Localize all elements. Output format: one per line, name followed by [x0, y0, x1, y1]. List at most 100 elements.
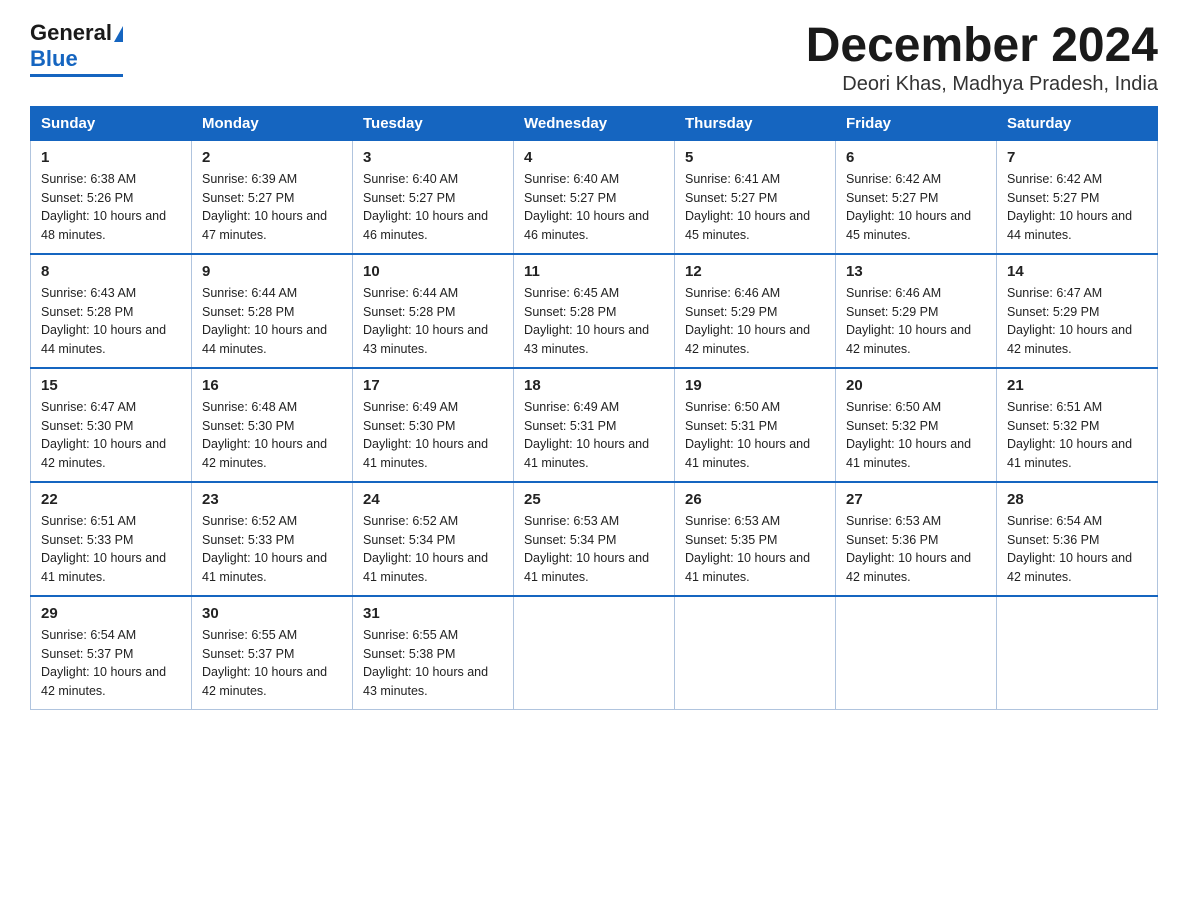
calendar-cell: 25 Sunrise: 6:53 AMSunset: 5:34 PMDayligh… [514, 482, 675, 596]
day-info: Sunrise: 6:54 AMSunset: 5:36 PMDaylight:… [1007, 512, 1147, 587]
calendar-cell [997, 596, 1158, 710]
day-number: 4 [524, 149, 664, 166]
day-number: 19 [685, 377, 825, 394]
calendar-cell: 2 Sunrise: 6:39 AMSunset: 5:27 PMDaylight… [192, 140, 353, 254]
day-info: Sunrise: 6:42 AMSunset: 5:27 PMDaylight:… [846, 170, 986, 245]
day-number: 26 [685, 491, 825, 508]
day-info: Sunrise: 6:48 AMSunset: 5:30 PMDaylight:… [202, 398, 342, 473]
day-info: Sunrise: 6:39 AMSunset: 5:27 PMDaylight:… [202, 170, 342, 245]
logo-text: General Blue [30, 20, 123, 72]
day-number: 10 [363, 263, 503, 280]
calendar-cell: 6 Sunrise: 6:42 AMSunset: 5:27 PMDaylight… [836, 140, 997, 254]
day-number: 28 [1007, 491, 1147, 508]
page-header: General Blue December 2024 Deori Khas, M… [30, 20, 1158, 96]
calendar-cell: 24Sunrise: 6:52 AMSunset: 5:34 PMDayligh… [353, 482, 514, 596]
calendar-cell: 30 Sunrise: 6:55 AMSunset: 5:37 PMDayligh… [192, 596, 353, 710]
day-info: Sunrise: 6:49 AMSunset: 5:31 PMDaylight:… [524, 398, 664, 473]
header-monday: Monday [192, 106, 353, 140]
day-number: 15 [41, 377, 181, 394]
day-number: 11 [524, 263, 664, 280]
day-number: 22 [41, 491, 181, 508]
calendar-cell [514, 596, 675, 710]
calendar-cell: 18 Sunrise: 6:49 AMSunset: 5:31 PMDayligh… [514, 368, 675, 482]
calendar-cell: 7 Sunrise: 6:42 AMSunset: 5:27 PMDaylight… [997, 140, 1158, 254]
day-info: Sunrise: 6:50 AMSunset: 5:32 PMDaylight:… [846, 398, 986, 473]
calendar-cell: 10 Sunrise: 6:44 AMSunset: 5:28 PMDayligh… [353, 254, 514, 368]
day-info: Sunrise: 6:44 AMSunset: 5:28 PMDaylight:… [363, 284, 503, 359]
day-number: 1 [41, 149, 181, 166]
day-info: Sunrise: 6:46 AMSunset: 5:29 PMDaylight:… [846, 284, 986, 359]
day-number: 2 [202, 149, 342, 166]
day-info: Sunrise: 6:50 AMSunset: 5:31 PMDaylight:… [685, 398, 825, 473]
day-info: Sunrise: 6:47 AMSunset: 5:30 PMDaylight:… [41, 398, 181, 473]
day-number: 6 [846, 149, 986, 166]
day-info: Sunrise: 6:46 AMSunset: 5:29 PMDaylight:… [685, 284, 825, 359]
day-number: 16 [202, 377, 342, 394]
day-info: Sunrise: 6:41 AMSunset: 5:27 PMDaylight:… [685, 170, 825, 245]
day-number: 17 [363, 377, 503, 394]
calendar-week-row: 15 Sunrise: 6:47 AMSunset: 5:30 PMDayligh… [31, 368, 1158, 482]
calendar-cell: 13 Sunrise: 6:46 AMSunset: 5:29 PMDayligh… [836, 254, 997, 368]
calendar-week-row: 8Sunrise: 6:43 AMSunset: 5:28 PMDaylight… [31, 254, 1158, 368]
day-info: Sunrise: 6:52 AMSunset: 5:33 PMDaylight:… [202, 512, 342, 587]
calendar-cell: 11 Sunrise: 6:45 AMSunset: 5:28 PMDayligh… [514, 254, 675, 368]
day-info: Sunrise: 6:49 AMSunset: 5:30 PMDaylight:… [363, 398, 503, 473]
calendar-cell: 17 Sunrise: 6:49 AMSunset: 5:30 PMDayligh… [353, 368, 514, 482]
calendar-cell: 28 Sunrise: 6:54 AMSunset: 5:36 PMDayligh… [997, 482, 1158, 596]
day-info: Sunrise: 6:47 AMSunset: 5:29 PMDaylight:… [1007, 284, 1147, 359]
day-number: 20 [846, 377, 986, 394]
calendar-cell: 8Sunrise: 6:43 AMSunset: 5:28 PMDaylight… [31, 254, 192, 368]
header-tuesday: Tuesday [353, 106, 514, 140]
calendar-cell: 19 Sunrise: 6:50 AMSunset: 5:31 PMDayligh… [675, 368, 836, 482]
day-number: 18 [524, 377, 664, 394]
day-info: Sunrise: 6:52 AMSunset: 5:34 PMDaylight:… [363, 512, 503, 587]
header-friday: Friday [836, 106, 997, 140]
calendar-cell: 20 Sunrise: 6:50 AMSunset: 5:32 PMDayligh… [836, 368, 997, 482]
day-info: Sunrise: 6:40 AMSunset: 5:27 PMDaylight:… [363, 170, 503, 245]
day-number: 30 [202, 605, 342, 622]
day-number: 12 [685, 263, 825, 280]
day-info: Sunrise: 6:55 AMSunset: 5:37 PMDaylight:… [202, 626, 342, 701]
calendar-cell: 26 Sunrise: 6:53 AMSunset: 5:35 PMDayligh… [675, 482, 836, 596]
calendar-cell: 27Sunrise: 6:53 AMSunset: 5:36 PMDayligh… [836, 482, 997, 596]
day-number: 21 [1007, 377, 1147, 394]
calendar-cell: 21 Sunrise: 6:51 AMSunset: 5:32 PMDayligh… [997, 368, 1158, 482]
calendar-cell: 1Sunrise: 6:38 AMSunset: 5:26 PMDaylight… [31, 140, 192, 254]
calendar-week-row: 22 Sunrise: 6:51 AMSunset: 5:33 PMDayligh… [31, 482, 1158, 596]
header-sunday: Sunday [31, 106, 192, 140]
day-number: 25 [524, 491, 664, 508]
header-saturday: Saturday [997, 106, 1158, 140]
day-number: 7 [1007, 149, 1147, 166]
day-number: 13 [846, 263, 986, 280]
day-info: Sunrise: 6:44 AMSunset: 5:28 PMDaylight:… [202, 284, 342, 359]
calendar-cell: 14 Sunrise: 6:47 AMSunset: 5:29 PMDayligh… [997, 254, 1158, 368]
calendar-week-row: 29Sunrise: 6:54 AMSunset: 5:37 PMDayligh… [31, 596, 1158, 710]
day-number: 23 [202, 491, 342, 508]
calendar-cell [675, 596, 836, 710]
day-info: Sunrise: 6:51 AMSunset: 5:33 PMDaylight:… [41, 512, 181, 587]
calendar-cell: 12 Sunrise: 6:46 AMSunset: 5:29 PMDayligh… [675, 254, 836, 368]
day-number: 5 [685, 149, 825, 166]
day-info: Sunrise: 6:54 AMSunset: 5:37 PMDaylight:… [41, 626, 181, 701]
day-info: Sunrise: 6:53 AMSunset: 5:35 PMDaylight:… [685, 512, 825, 587]
day-info: Sunrise: 6:53 AMSunset: 5:36 PMDaylight:… [846, 512, 986, 587]
day-number: 14 [1007, 263, 1147, 280]
calendar-subtitle: Deori Khas, Madhya Pradesh, India [806, 73, 1158, 96]
calendar-cell: 5 Sunrise: 6:41 AMSunset: 5:27 PMDaylight… [675, 140, 836, 254]
day-info: Sunrise: 6:43 AMSunset: 5:28 PMDaylight:… [41, 284, 181, 359]
logo-general: General [30, 20, 112, 45]
header-thursday: Thursday [675, 106, 836, 140]
logo: General Blue [30, 20, 123, 77]
calendar-table: SundayMondayTuesdayWednesdayThursdayFrid… [30, 106, 1158, 710]
calendar-cell: 4Sunrise: 6:40 AMSunset: 5:27 PMDaylight… [514, 140, 675, 254]
calendar-header-row: SundayMondayTuesdayWednesdayThursdayFrid… [31, 106, 1158, 140]
calendar-week-row: 1Sunrise: 6:38 AMSunset: 5:26 PMDaylight… [31, 140, 1158, 254]
day-info: Sunrise: 6:45 AMSunset: 5:28 PMDaylight:… [524, 284, 664, 359]
header-wednesday: Wednesday [514, 106, 675, 140]
logo-triangle-icon [114, 26, 123, 42]
day-number: 9 [202, 263, 342, 280]
day-info: Sunrise: 6:42 AMSunset: 5:27 PMDaylight:… [1007, 170, 1147, 245]
day-info: Sunrise: 6:53 AMSunset: 5:34 PMDaylight:… [524, 512, 664, 587]
calendar-cell: 22 Sunrise: 6:51 AMSunset: 5:33 PMDayligh… [31, 482, 192, 596]
day-info: Sunrise: 6:51 AMSunset: 5:32 PMDaylight:… [1007, 398, 1147, 473]
